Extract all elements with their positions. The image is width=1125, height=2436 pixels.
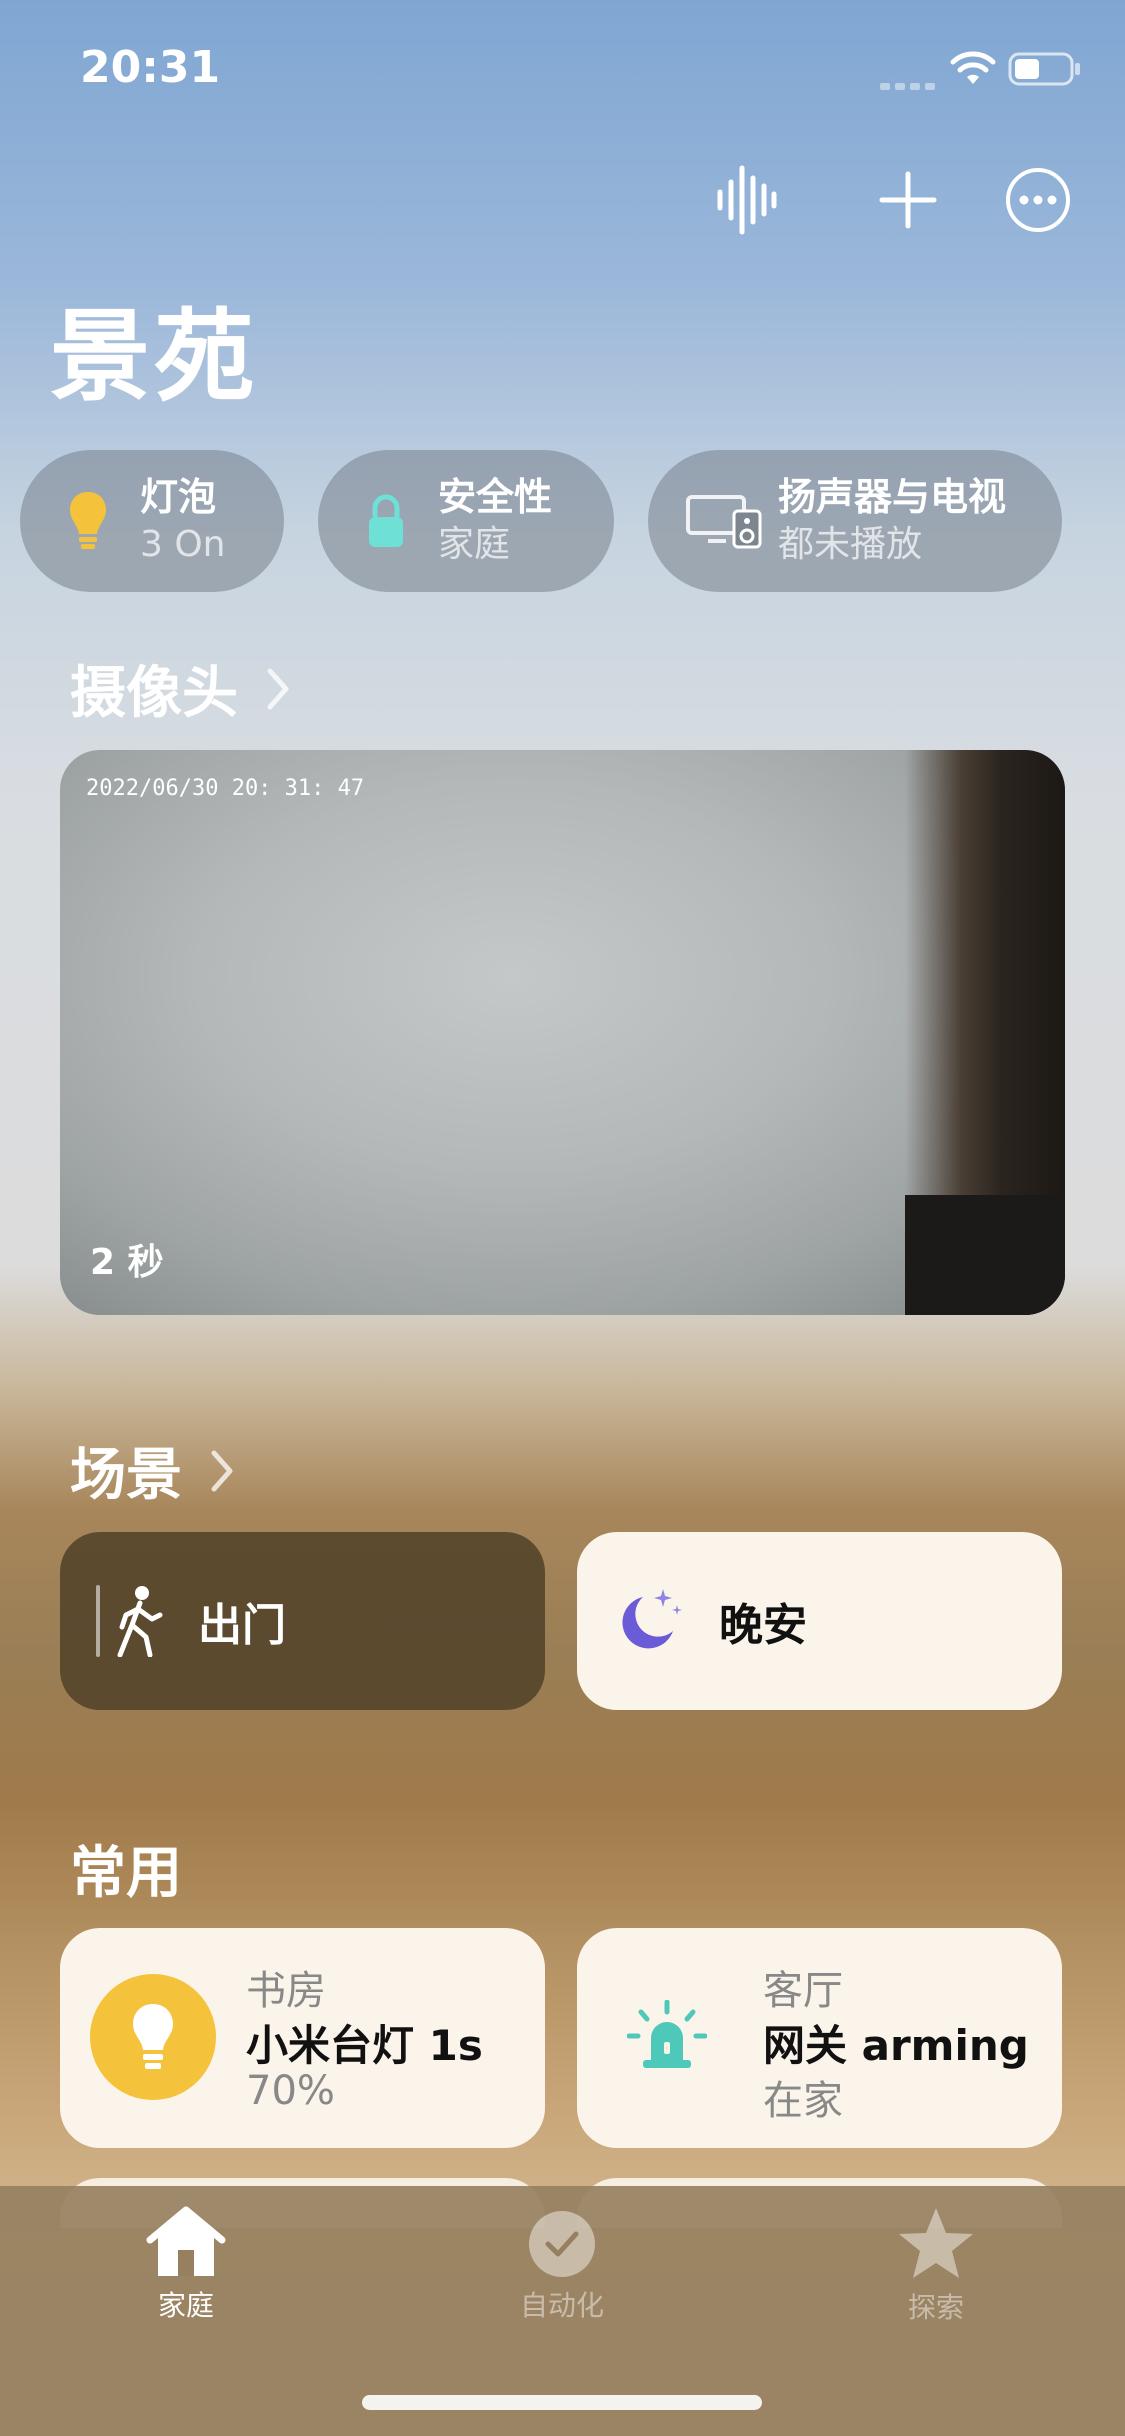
pill-title: 灯泡 xyxy=(140,475,217,519)
lock-icon xyxy=(356,486,416,556)
pill-title: 扬声器与电视 xyxy=(778,475,1007,519)
lightbulb-icon xyxy=(58,486,118,556)
chevron-right-icon xyxy=(267,668,289,709)
add-button[interactable] xyxy=(868,160,948,240)
tile-room: 书房 xyxy=(246,1968,326,2014)
house-icon xyxy=(146,2206,226,2276)
pill-subtitle: 3 On xyxy=(140,524,226,565)
camera-frame-object xyxy=(905,1195,1065,1315)
scene-divider xyxy=(96,1585,100,1657)
camera-timestamp: 2022/06/30 20: 31: 47 xyxy=(86,776,365,801)
more-button[interactable] xyxy=(998,160,1078,240)
clock-check-icon xyxy=(529,2211,595,2277)
tab-label: 自动化 xyxy=(519,2289,604,2322)
status-pill-lights[interactable]: 灯泡 3 On xyxy=(20,450,284,592)
tab-discover[interactable]: 探索 xyxy=(836,2206,1036,2326)
favorite-tile-desk-lamp[interactable]: 书房 小米台灯 1s 70% xyxy=(60,1928,545,2148)
status-pill-security[interactable]: 安全性 家庭 xyxy=(318,450,614,592)
alarm-siren-icon xyxy=(626,1999,708,2074)
favorites-title: 常用 xyxy=(70,1841,182,1906)
plus-icon xyxy=(879,171,937,229)
scene-label: 出门 xyxy=(198,1600,286,1651)
star-icon xyxy=(899,2208,973,2278)
status-bar: 20:31 xyxy=(0,0,1125,132)
status-time: 20:31 xyxy=(80,42,221,93)
tile-state: 70% xyxy=(246,2068,335,2114)
home-indicator[interactable] xyxy=(362,2395,762,2410)
scene-leave-home[interactable]: 出门 xyxy=(60,1532,545,1710)
more-icon xyxy=(1006,168,1070,232)
camera-feed[interactable]: 2022/06/30 20: 31: 47 2 秒 xyxy=(60,750,1065,1315)
lightbulb-icon[interactable] xyxy=(90,1974,216,2100)
wifi-icon xyxy=(950,50,996,90)
cameras-title: 摄像头 xyxy=(70,661,238,726)
walking-person-icon xyxy=(117,1586,163,1657)
pill-subtitle: 都未播放 xyxy=(778,524,923,565)
scenes-title: 场景 xyxy=(70,1443,182,1508)
camera-age: 2 秒 xyxy=(90,1242,164,1283)
cameras-section-header[interactable]: 摄像头 xyxy=(70,648,290,729)
cellular-signal-icon xyxy=(880,76,936,95)
tab-label: 探索 xyxy=(907,2291,964,2324)
home-title: 景苑 xyxy=(50,298,258,415)
pill-subtitle: 家庭 xyxy=(438,524,511,565)
chevron-right-icon xyxy=(211,1450,233,1491)
pill-title: 安全性 xyxy=(438,475,553,519)
tile-name: 小米台灯 1s xyxy=(246,2021,483,2070)
speaker-tv-icon xyxy=(686,486,762,556)
scene-good-night[interactable]: 晚安 xyxy=(577,1532,1062,1710)
tile-room: 客厅 xyxy=(763,1968,843,2014)
tab-automation[interactable]: 自动化 xyxy=(462,2206,662,2324)
tab-label: 家庭 xyxy=(157,2289,214,2322)
tab-home[interactable]: 家庭 xyxy=(86,2206,286,2324)
scenes-section-header[interactable]: 场景 xyxy=(70,1430,234,1511)
favorites-section-header: 常用 xyxy=(70,1828,182,1909)
status-pill-speakers-tv[interactable]: 扬声器与电视 都未播放 xyxy=(648,450,1062,592)
favorite-tile-gateway[interactable]: 客厅 网关 arming 在家 xyxy=(577,1928,1062,2148)
voice-control-button[interactable] xyxy=(706,160,786,240)
scene-label: 晚安 xyxy=(719,1600,807,1651)
waveform-icon xyxy=(717,165,777,235)
moon-stars-icon xyxy=(622,1589,682,1649)
tile-name: 网关 arming xyxy=(763,2021,1029,2070)
battery-icon xyxy=(1008,52,1082,90)
tile-state: 在家 xyxy=(763,2078,843,2124)
